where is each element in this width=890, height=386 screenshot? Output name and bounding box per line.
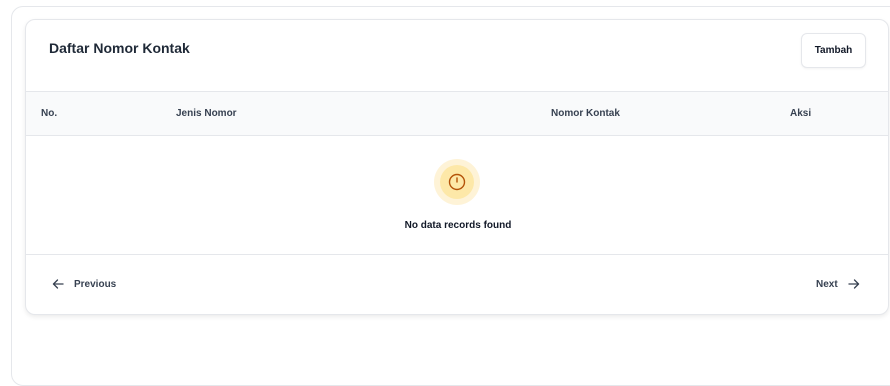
add-button[interactable]: Tambah: [801, 33, 866, 68]
clock-icon: [448, 173, 466, 191]
table-header: No. Jenis Nomor Nomor Kontak Aksi: [26, 92, 888, 136]
next-page-button[interactable]: Next: [816, 278, 860, 290]
column-header-nomor-kontak: Nomor Kontak: [551, 108, 620, 119]
column-header-jenis-nomor: Jenis Nomor: [176, 108, 237, 119]
empty-state: No data records found: [26, 136, 888, 255]
previous-page-button[interactable]: Previous: [52, 278, 116, 290]
empty-state-message: No data records found: [404, 220, 512, 231]
next-label: Next: [816, 278, 838, 290]
column-header-aksi: Aksi: [790, 108, 812, 119]
column-header-no: No.: [41, 108, 58, 119]
card-title: Daftar Nomor Kontak: [49, 40, 190, 56]
arrow-left-icon: [52, 279, 64, 289]
arrow-right-icon: [848, 279, 859, 289]
empty-state-badge: [434, 159, 480, 205]
card-header: Daftar Nomor Kontak Tambah: [26, 20, 888, 92]
contact-numbers-card: Daftar Nomor Kontak Tambah No. Jenis Nom…: [25, 19, 889, 315]
previous-label: Previous: [74, 278, 117, 290]
